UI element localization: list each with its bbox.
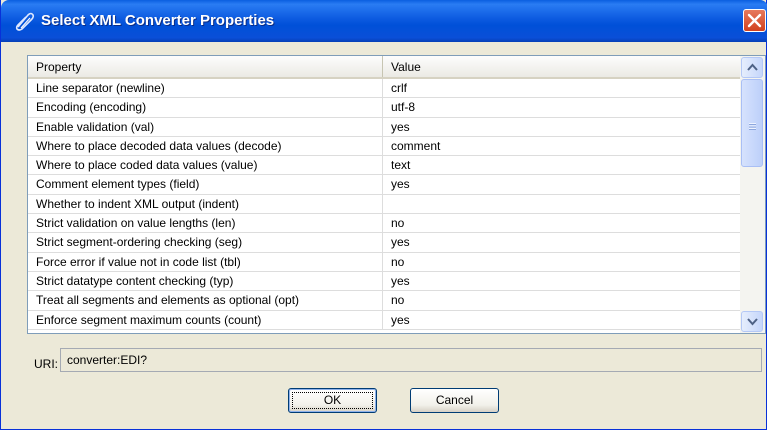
- grid-header: Property Value: [28, 56, 740, 79]
- table-row[interactable]: Strict validation on value lengths (len)…: [28, 214, 740, 234]
- table-row[interactable]: Line separator (newline) crlf: [28, 79, 740, 99]
- cancel-button[interactable]: Cancel: [410, 388, 499, 413]
- table-row[interactable]: Whether to indent XML output (indent): [28, 194, 740, 215]
- uri-field[interactable]: converter:EDI?: [60, 348, 762, 372]
- property-cell: Enforce segment maximum counts (count): [28, 310, 383, 329]
- table-row[interactable]: Treat all segments and elements as optio…: [28, 291, 740, 311]
- property-cell: Comment element types (field): [28, 175, 383, 194]
- close-button[interactable]: [743, 9, 766, 32]
- scroll-up-button[interactable]: [741, 57, 763, 78]
- table-row[interactable]: Enable validation (val) yes: [28, 117, 740, 137]
- property-cell: Enable validation (val): [28, 117, 383, 136]
- value-cell[interactable]: no: [383, 291, 740, 309]
- paperclip-icon: [13, 10, 35, 32]
- table-row[interactable]: Where to place decoded data values (deco…: [28, 136, 740, 157]
- table-row[interactable]: Encoding (encoding) utf-8: [28, 98, 740, 118]
- property-cell: Strict validation on value lengths (len): [28, 214, 383, 233]
- properties-grid[interactable]: Property Value Line separator (newline) c…: [27, 55, 766, 334]
- value-cell[interactable]: yes: [383, 233, 740, 251]
- value-cell[interactable]: no: [383, 214, 740, 232]
- column-header-value[interactable]: Value: [383, 56, 740, 77]
- focus-rectangle: [292, 392, 373, 409]
- grid-rows: Line separator (newline) crlf Encoding (en…: [28, 79, 740, 330]
- value-cell[interactable]: comment: [383, 137, 740, 155]
- value-cell[interactable]: yes: [383, 175, 740, 193]
- grip-icon: [748, 118, 757, 130]
- value-cell[interactable]: utf-8: [383, 98, 740, 116]
- property-cell: Treat all segments and elements as optio…: [28, 291, 383, 310]
- table-row[interactable]: Where to place coded data values (value)…: [28, 156, 740, 176]
- property-cell: Strict datatype content checking (typ): [28, 271, 383, 291]
- column-header-property[interactable]: Property: [28, 56, 383, 77]
- property-cell: Whether to indent XML output (indent): [28, 194, 383, 214]
- cancel-button-label: Cancel: [435, 393, 474, 407]
- property-cell: Where to place decoded data values (deco…: [28, 136, 383, 156]
- value-cell[interactable]: yes: [383, 272, 740, 290]
- dialog-window: Select XML Converter Properties Property…: [0, 0, 767, 430]
- vertical-scrollbar[interactable]: [740, 56, 765, 333]
- ok-button[interactable]: OK: [288, 388, 377, 413]
- property-cell: Line separator (newline): [28, 79, 383, 98]
- table-row[interactable]: Enforce segment maximum counts (count) ye…: [28, 310, 740, 330]
- property-cell: Strict segment-ordering checking (seg): [28, 233, 383, 252]
- value-cell[interactable]: yes: [383, 118, 740, 136]
- property-cell: Force error if value not in code list (t…: [28, 252, 383, 271]
- table-row[interactable]: Force error if value not in code list (t…: [28, 252, 740, 272]
- value-cell[interactable]: text: [383, 156, 740, 174]
- uri-label: URI:: [34, 357, 58, 371]
- table-row[interactable]: Strict datatype content checking (typ) ye…: [28, 271, 740, 292]
- value-cell[interactable]: yes: [383, 311, 740, 329]
- table-row[interactable]: Strict segment-ordering checking (seg) ye…: [28, 233, 740, 253]
- title-bar[interactable]: Select XML Converter Properties: [1, 0, 767, 42]
- property-cell: Where to place coded data values (value): [28, 156, 383, 175]
- scroll-down-button[interactable]: [741, 311, 763, 332]
- dialog-title: Select XML Converter Properties: [41, 12, 275, 29]
- property-cell: Encoding (encoding): [28, 98, 383, 117]
- value-cell[interactable]: crlf: [383, 79, 740, 97]
- scroll-thumb[interactable]: [741, 79, 763, 167]
- table-row[interactable]: Comment element types (field) yes: [28, 175, 740, 195]
- value-cell[interactable]: [383, 195, 740, 213]
- value-cell[interactable]: no: [383, 253, 740, 271]
